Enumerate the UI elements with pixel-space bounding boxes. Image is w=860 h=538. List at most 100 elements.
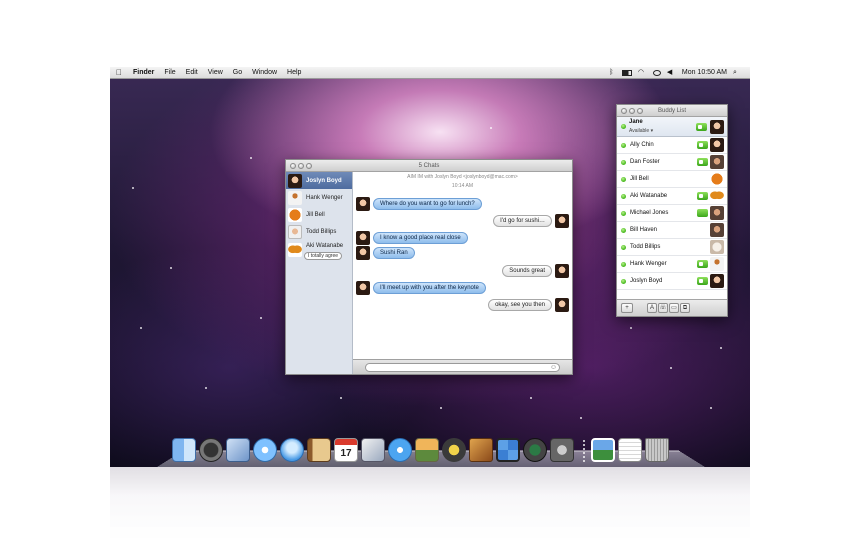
chat-tabs-sidebar: Joslyn Boyd Hank Wenger Jill Bell Todd B… bbox=[286, 172, 353, 374]
buddy-list-footer: + A ☏ ▭ ⧉ bbox=[617, 299, 727, 316]
status-available-icon bbox=[621, 244, 626, 250]
chat-window: 5 Chats Joslyn Boyd Hank Wenger Jill Bel… bbox=[285, 159, 573, 375]
menu-go[interactable]: Go bbox=[228, 69, 247, 76]
ichat-icon[interactable] bbox=[280, 438, 304, 462]
dashboard-icon[interactable] bbox=[199, 438, 223, 462]
avatar[interactable] bbox=[710, 120, 724, 134]
buddy-name: Todd Billips bbox=[630, 244, 661, 250]
itunes-icon[interactable] bbox=[388, 438, 412, 462]
message-bubble: Where do you want to go for lunch? bbox=[373, 198, 482, 210]
bluetooth-icon[interactable]: ᛒ bbox=[607, 69, 616, 76]
video-icon[interactable] bbox=[697, 277, 708, 285]
wifi-icon[interactable]: ◠ bbox=[638, 69, 647, 76]
menu-file[interactable]: File bbox=[159, 69, 180, 76]
system-preferences-icon[interactable] bbox=[550, 438, 574, 462]
video-icon[interactable] bbox=[697, 158, 708, 166]
menu-clock[interactable]: Mon 10:50 AM bbox=[682, 69, 727, 76]
menu-view[interactable]: View bbox=[203, 69, 228, 76]
avatar bbox=[356, 246, 370, 260]
safari-icon[interactable] bbox=[253, 438, 277, 462]
buddy-row[interactable]: Ally Chin bbox=[617, 137, 727, 154]
documents-stack-icon[interactable] bbox=[618, 438, 642, 462]
iphoto-icon[interactable] bbox=[415, 438, 439, 462]
buddy-row[interactable]: Todd Billips bbox=[617, 239, 727, 256]
buddy-row[interactable]: Joslyn Boyd bbox=[617, 273, 727, 290]
chat-tab-hank-wenger[interactable]: Hank Wenger bbox=[286, 189, 352, 206]
video-icon[interactable] bbox=[697, 192, 708, 200]
menu-extras: ᛒ ◠ ◀ Mon 10:50 AM ⌕ bbox=[607, 69, 750, 76]
garageband-icon[interactable] bbox=[469, 438, 493, 462]
phone-icon[interactable] bbox=[697, 209, 708, 217]
buddy-row[interactable]: Michael Jones bbox=[617, 205, 727, 222]
minimize-button[interactable] bbox=[629, 108, 635, 114]
buddy-name: Aki Watanabe bbox=[630, 193, 668, 199]
buddy-name: Jill Bell bbox=[630, 176, 649, 182]
battery-icon[interactable] bbox=[621, 69, 632, 76]
time-machine-icon[interactable] bbox=[523, 438, 547, 462]
mail-icon[interactable] bbox=[226, 438, 250, 462]
ichat-status-icon[interactable] bbox=[652, 69, 661, 76]
chat-transcript: AIM IM with Joslyn Boyd <joslynboyd@mac.… bbox=[353, 172, 572, 374]
menu-help[interactable]: Help bbox=[282, 69, 306, 76]
buddy-row[interactable]: Hank Wenger bbox=[617, 256, 727, 273]
photo-stack-icon[interactable] bbox=[591, 438, 615, 462]
menu-bar:  Finder File Edit View Go Window Help ᛒ… bbox=[110, 67, 750, 79]
video-icon[interactable] bbox=[697, 141, 708, 149]
message-bubble: I know a good place real close bbox=[373, 232, 468, 244]
chat-tab-jill-bell[interactable]: Jill Bell bbox=[286, 206, 352, 223]
status-available-icon bbox=[621, 124, 626, 129]
text-chat-button[interactable]: A bbox=[647, 303, 657, 313]
volume-icon[interactable]: ◀ bbox=[667, 69, 676, 76]
video-chat-button[interactable]: ▭ bbox=[669, 303, 679, 313]
message-bubble: Sounds great bbox=[502, 265, 552, 277]
buddy-row[interactable]: Bill Haven bbox=[617, 222, 727, 239]
finder-icon[interactable] bbox=[172, 438, 196, 462]
trash-icon[interactable] bbox=[645, 438, 669, 462]
apple-menu-icon[interactable]:  bbox=[110, 68, 128, 77]
video-icon[interactable] bbox=[696, 123, 707, 131]
buddy-row[interactable]: Dan Foster bbox=[617, 154, 727, 171]
menu-edit[interactable]: Edit bbox=[181, 69, 203, 76]
status-available-icon bbox=[621, 261, 626, 267]
smiley-icon[interactable]: ☺ bbox=[550, 364, 557, 372]
spaces-icon[interactable] bbox=[496, 438, 520, 462]
avatar bbox=[356, 197, 370, 211]
address-book-icon[interactable] bbox=[307, 438, 331, 462]
message-bubble: okay, see you then bbox=[488, 299, 552, 311]
message-bubble: I'll meet up with you after the keynote bbox=[373, 282, 486, 294]
minimize-button[interactable] bbox=[298, 163, 304, 169]
message-input[interactable]: ☺ bbox=[365, 363, 560, 372]
buddy-list-titlebar[interactable]: Buddy List bbox=[617, 105, 727, 117]
chat-window-titlebar[interactable]: 5 Chats bbox=[286, 160, 572, 172]
avatar bbox=[710, 172, 724, 186]
chat-tab-todd-billips[interactable]: Todd Billips bbox=[286, 223, 352, 240]
chat-tab-joslyn-boyd[interactable]: Joslyn Boyd bbox=[286, 172, 352, 189]
screen-sharing-button[interactable]: ⧉ bbox=[680, 303, 690, 313]
audio-chat-button[interactable]: ☏ bbox=[658, 303, 668, 313]
ical-icon[interactable]: 17 bbox=[334, 438, 358, 462]
menu-window[interactable]: Window bbox=[247, 69, 282, 76]
my-status-menu[interactable]: Available ▾ bbox=[629, 128, 653, 134]
add-buddy-button[interactable]: + bbox=[621, 303, 633, 313]
chat-tab-preview: I totally agree bbox=[304, 252, 343, 260]
status-available-icon bbox=[621, 278, 626, 284]
avatar bbox=[288, 207, 302, 222]
avatar bbox=[710, 223, 724, 237]
dock: 17 bbox=[172, 430, 692, 462]
chat-tab-aki-watanabe[interactable]: Aki Watanabe I totally agree bbox=[286, 240, 352, 264]
avatar bbox=[710, 189, 724, 203]
avatar bbox=[288, 224, 302, 239]
avatar bbox=[288, 173, 302, 188]
spotlight-icon[interactable]: ⌕ bbox=[733, 69, 742, 76]
buddy-row[interactable]: Jill Bell bbox=[617, 171, 727, 188]
close-button[interactable] bbox=[621, 108, 627, 114]
zoom-button[interactable] bbox=[306, 163, 312, 169]
buddy-name: Bill Haven bbox=[630, 227, 658, 233]
zoom-button[interactable] bbox=[637, 108, 643, 114]
preview-icon[interactable] bbox=[361, 438, 385, 462]
menu-finder[interactable]: Finder bbox=[128, 69, 159, 76]
close-button[interactable] bbox=[290, 163, 296, 169]
buddy-row[interactable]: Aki Watanabe bbox=[617, 188, 727, 205]
imovie-icon[interactable] bbox=[442, 438, 466, 462]
video-icon[interactable] bbox=[697, 260, 708, 268]
